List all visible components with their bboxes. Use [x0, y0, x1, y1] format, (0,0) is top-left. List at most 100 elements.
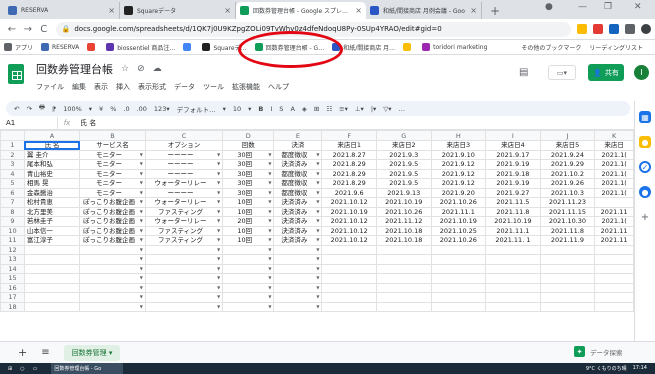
grid-cell[interactable]: [594, 254, 634, 265]
column-header[interactable]: E: [273, 130, 323, 141]
toolbar-button[interactable]: 10: [233, 105, 241, 113]
grid-cell[interactable]: 2021.9.5: [375, 168, 432, 179]
grid-cell[interactable]: [375, 301, 432, 312]
grid-cell[interactable]: 2021.9.24: [539, 149, 596, 160]
grid-cell[interactable]: [144, 301, 224, 312]
bookmark-item[interactable]: [87, 43, 98, 51]
bookmark-folder[interactable]: その他のブックマーク: [521, 43, 581, 52]
name-box[interactable]: A1: [0, 116, 58, 130]
grid-cell[interactable]: [79, 263, 146, 274]
grid-cell[interactable]: [222, 292, 275, 303]
grid-cell[interactable]: [23, 263, 81, 274]
grid-cell[interactable]: 30回: [222, 159, 275, 170]
grid-cell[interactable]: [594, 292, 634, 303]
grid-cell[interactable]: [144, 263, 224, 274]
grid-cell[interactable]: 2021.10.19: [375, 197, 432, 208]
toolbar-button[interactable]: ▾: [248, 105, 251, 113]
grid-cell[interactable]: 2021.10.12: [321, 216, 377, 227]
column-header[interactable]: J: [539, 130, 596, 141]
grid-cell[interactable]: 2021.11: [594, 206, 634, 217]
row-header[interactable]: 4: [0, 168, 25, 179]
grid-cell[interactable]: 10回: [222, 235, 275, 246]
select-all-corner[interactable]: [0, 130, 25, 141]
row-header[interactable]: 13: [0, 254, 25, 265]
grid-cell[interactable]: 都度徴収: [273, 149, 323, 160]
grid-cell[interactable]: ファスティング: [144, 235, 224, 246]
grid-cell[interactable]: [144, 292, 224, 303]
toolbar-button[interactable]: ☷: [326, 105, 332, 113]
toolbar-button[interactable]: ⊥▾: [355, 105, 364, 113]
row-header[interactable]: 16: [0, 282, 25, 293]
grid-cell[interactable]: 2021.11.15: [539, 206, 596, 217]
grid-cell[interactable]: 2021.10.26: [430, 235, 487, 246]
grid-cell[interactable]: 氏 名: [23, 140, 81, 151]
toolbar-button[interactable]: ⁋: [52, 105, 56, 113]
grid-cell[interactable]: [485, 301, 541, 312]
grid-cell[interactable]: [23, 301, 81, 312]
row-header[interactable]: 12: [0, 244, 25, 255]
grid-cell[interactable]: 2021.9.13: [375, 187, 432, 198]
grid-cell[interactable]: 30回: [222, 149, 275, 160]
grid-cell[interactable]: ウォーターリレー: [144, 216, 224, 227]
grid-cell[interactable]: 決済: [273, 140, 323, 151]
grid-cell[interactable]: 2021.1(: [594, 187, 634, 198]
column-header[interactable]: I: [485, 130, 541, 141]
grid-cell[interactable]: 2021.11.8: [539, 225, 596, 236]
grid-cell[interactable]: 都度徴収: [273, 168, 323, 179]
grid-cell[interactable]: 決済済み: [273, 216, 323, 227]
grid-cell[interactable]: 来店日1: [321, 140, 377, 151]
grid-cell[interactable]: 2021.8.27: [321, 149, 377, 160]
toolbar-button[interactable]: ◈: [302, 105, 307, 113]
grid-cell[interactable]: [485, 282, 541, 293]
grid-cell[interactable]: [222, 282, 275, 293]
bookmark-item[interactable]: biossentiel 商品注…: [106, 43, 175, 52]
grid-cell[interactable]: 2021.9.12: [430, 159, 487, 170]
maximize-icon[interactable]: ❐: [604, 2, 612, 12]
grid-cell[interactable]: 10回: [222, 206, 275, 217]
calendar-icon[interactable]: ▦: [639, 111, 651, 123]
grid-cell[interactable]: 30回: [222, 187, 275, 198]
menu-item[interactable]: ツール: [203, 82, 224, 92]
toolbar-button[interactable]: I: [270, 105, 272, 113]
browser-tab[interactable]: Squareデータ ×: [120, 2, 236, 19]
grid-cell[interactable]: 富江淳子: [23, 235, 81, 246]
grid-cell[interactable]: ぽっこりお腹企画: [79, 216, 146, 227]
cloud-status-icon[interactable]: ☁: [153, 64, 162, 74]
grid-cell[interactable]: 2021.10.30: [539, 216, 596, 227]
grid-cell[interactable]: [594, 244, 634, 255]
toolbar-button[interactable]: S: [279, 105, 283, 113]
grid-cell[interactable]: 来店日2: [375, 140, 432, 151]
grid-cell[interactable]: 決済済み: [273, 206, 323, 217]
forward-icon[interactable]: →: [20, 24, 36, 35]
bookmark-item[interactable]: [183, 43, 194, 51]
grid-cell[interactable]: 2021.10.19: [430, 216, 487, 227]
grid-cell[interactable]: [430, 301, 487, 312]
grid-cell[interactable]: 2021.10.12: [321, 225, 377, 236]
grid-cell[interactable]: 2021.9.10: [430, 149, 487, 160]
grid-cell[interactable]: 翼 圭介: [23, 149, 81, 160]
grid-cell[interactable]: 2021.1(: [594, 168, 634, 179]
grid-cell[interactable]: 2021.9.19: [485, 159, 541, 170]
row-header[interactable]: 3: [0, 159, 25, 170]
grid-cell[interactable]: [430, 254, 487, 265]
grid-cell[interactable]: 2021.11: [594, 235, 634, 246]
grid-cell[interactable]: ぽっこりお腹企画: [79, 197, 146, 208]
grid-cell[interactable]: 2021.11.1: [430, 206, 487, 217]
grid-cell[interactable]: [144, 254, 224, 265]
grid-cell[interactable]: 2021.1(: [594, 159, 634, 170]
grid-cell[interactable]: 2021.1(: [594, 149, 634, 160]
toolbar-button[interactable]: A: [290, 105, 294, 113]
explore-button[interactable]: ✦ データ探索: [574, 346, 623, 357]
grid-cell[interactable]: [485, 273, 541, 284]
star-icon[interactable]: [577, 24, 588, 34]
grid-cell[interactable]: [375, 273, 432, 284]
column-header[interactable]: K: [594, 130, 634, 141]
grid-cell[interactable]: ぽっこりお腹企画: [79, 235, 146, 246]
grid-cell[interactable]: ーーーー: [144, 187, 224, 198]
grid-cell[interactable]: オプション: [144, 140, 224, 151]
grid-cell[interactable]: [375, 282, 432, 293]
grid-cell[interactable]: 2021.9.5: [375, 159, 432, 170]
row-header[interactable]: 14: [0, 263, 25, 274]
toolbar-button[interactable]: デフォルト…: [177, 104, 216, 114]
grid-cell[interactable]: [539, 254, 596, 265]
